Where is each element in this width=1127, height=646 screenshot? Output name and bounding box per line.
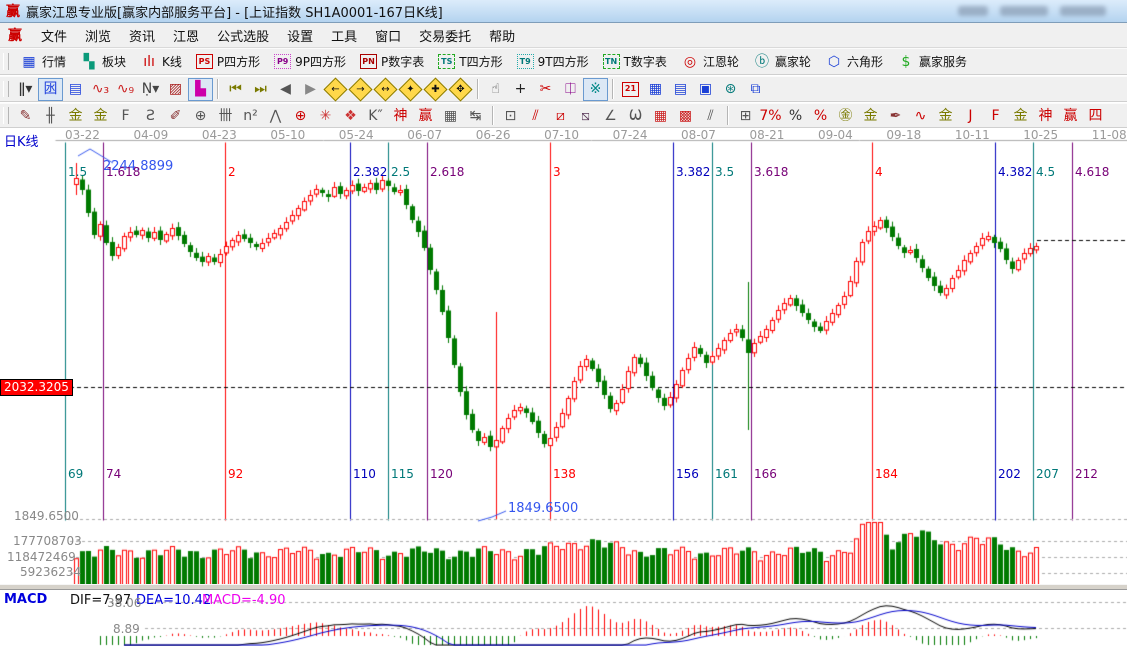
application-window: 赢 赢家江恩专业版[赢家内部服务平台] - [上证指数 SH1A0001-167… xyxy=(0,0,1127,646)
date-axis-label: 07-24 xyxy=(613,128,648,142)
date-axis-label: 09-04 xyxy=(818,128,853,142)
gann-ratio-label: 4.382 xyxy=(998,165,1032,179)
date-axis-label: 06-26 xyxy=(476,128,511,142)
gann-count-label: 156 xyxy=(676,467,699,481)
date-axis-label: 05-10 xyxy=(270,128,305,142)
date-axis-label: 03-22 xyxy=(65,128,100,142)
gann-ratio-label: 4 xyxy=(875,165,883,179)
date-axis-label: 07-10 xyxy=(544,128,579,142)
gann-count-label: 110 xyxy=(353,467,376,481)
date-axis-label: 10-11 xyxy=(955,128,990,142)
gann-count-label: 74 xyxy=(106,467,121,481)
gann-count-label: 69 xyxy=(68,467,83,481)
volume-axis-label: 177708703 xyxy=(13,534,82,548)
gann-count-label: 115 xyxy=(391,467,414,481)
gann-count-label: 202 xyxy=(998,467,1021,481)
gann-count-label: 138 xyxy=(553,467,576,481)
low-price-annotation: 1849.6500 xyxy=(508,501,578,516)
macd-panel-label: MACD xyxy=(4,592,47,607)
current-price-badge: 2032.3205 xyxy=(0,379,73,396)
gann-count-label: 184 xyxy=(875,467,898,481)
date-axis-label: 04-23 xyxy=(202,128,237,142)
kline-chart-canvas[interactable] xyxy=(0,0,1127,646)
gann-ratio-label: 3.5 xyxy=(715,165,734,179)
macd-axis-label: 8.89 xyxy=(113,622,140,636)
gann-ratio-label: 1.5 xyxy=(68,165,87,179)
gann-count-label: 120 xyxy=(430,467,453,481)
gann-ratio-label: 2.382 xyxy=(353,165,387,179)
gann-count-label: 92 xyxy=(228,467,243,481)
volume-axis-label: 118472469 xyxy=(7,550,76,564)
panel-type-label: 日K线 xyxy=(4,131,39,150)
gann-ratio-label: 4.618 xyxy=(1075,165,1109,179)
gann-ratio-label: 2.618 xyxy=(430,165,464,179)
date-axis-label: 09-18 xyxy=(886,128,921,142)
macd-dea-value: DEA=10.42 xyxy=(136,593,211,608)
macd-hist-value: MACD=-4.90 xyxy=(202,593,286,608)
date-axis-label: 11-08 xyxy=(1092,128,1127,142)
price-axis-low-label: 1849.6500 xyxy=(14,509,79,523)
date-axis-label: 04-09 xyxy=(133,128,168,142)
gann-count-label: 161 xyxy=(715,467,738,481)
gann-count-label: 166 xyxy=(754,467,777,481)
gann-ratio-label: 3 xyxy=(553,165,561,179)
panel-splitter[interactable] xyxy=(0,584,1127,590)
gann-count-label: 212 xyxy=(1075,467,1098,481)
gann-ratio-label: 2.5 xyxy=(391,165,410,179)
gann-ratio-label: 4.5 xyxy=(1036,165,1055,179)
date-axis-label: 05-24 xyxy=(339,128,374,142)
date-axis-label: 08-07 xyxy=(681,128,716,142)
macd-axis-label: 38.06 xyxy=(107,596,141,610)
gann-ratio-label: 3.382 xyxy=(676,165,710,179)
gann-count-label: 207 xyxy=(1036,467,1059,481)
gann-ratio-label: 3.618 xyxy=(754,165,788,179)
gann-ratio-label: 1.618 xyxy=(106,165,140,179)
date-axis-label: 06-07 xyxy=(407,128,442,142)
volume-axis-label: 59236234 xyxy=(20,565,81,579)
date-axis-label: 08-21 xyxy=(750,128,785,142)
gann-ratio-label: 2 xyxy=(228,165,236,179)
date-axis-label: 10-25 xyxy=(1023,128,1058,142)
